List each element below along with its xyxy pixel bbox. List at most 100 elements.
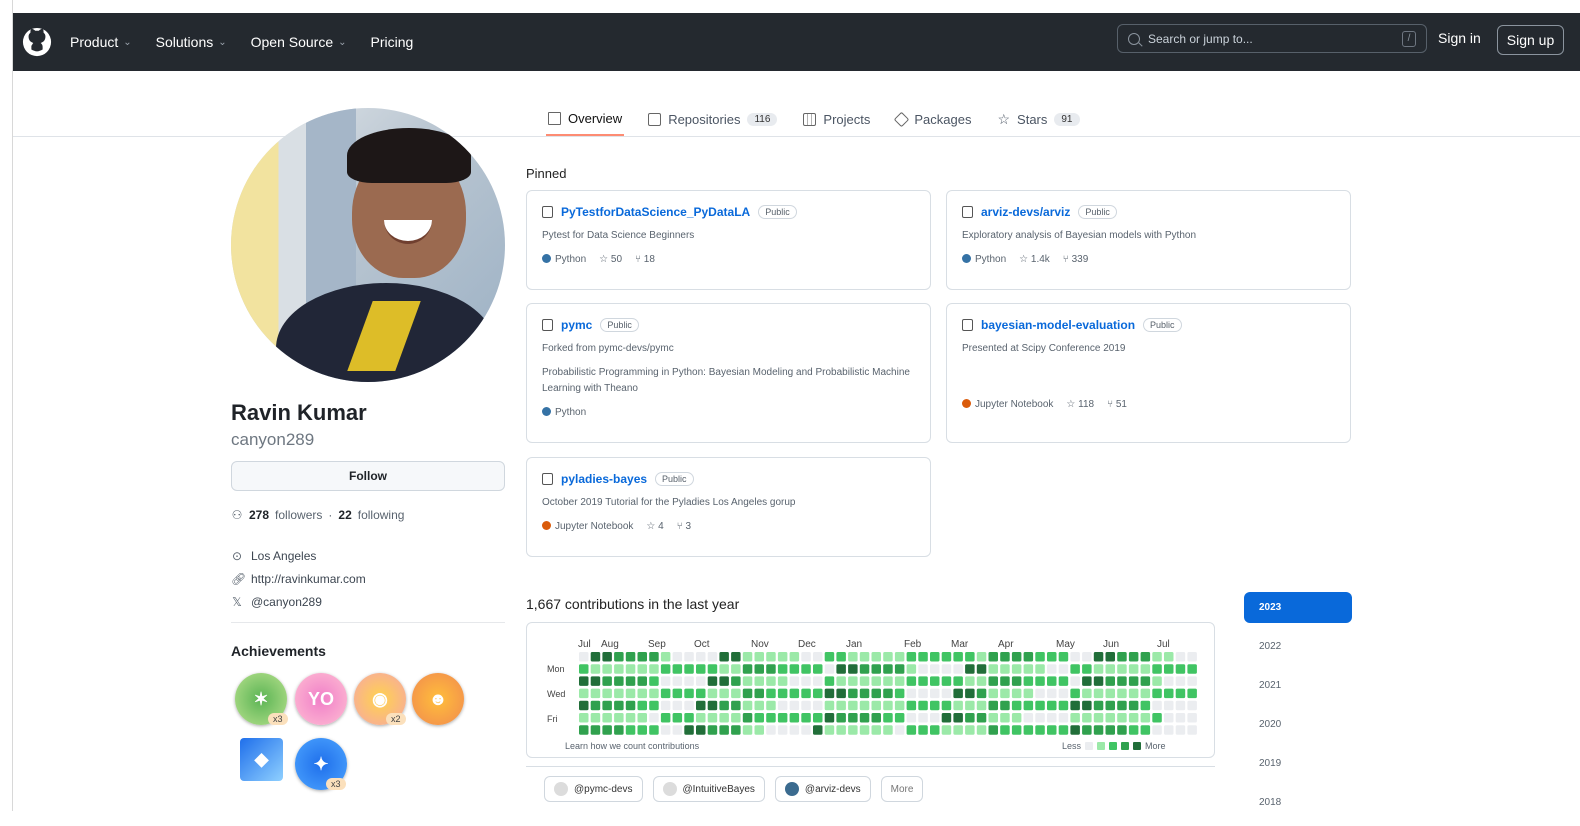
- contribution-day[interactable]: [883, 676, 893, 686]
- contribution-day[interactable]: [883, 700, 893, 711]
- contribution-day[interactable]: [1117, 652, 1127, 662]
- contribution-day[interactable]: [742, 725, 753, 735]
- contribution-day[interactable]: [590, 700, 601, 711]
- contribution-day[interactable]: [731, 688, 741, 699]
- contribution-day[interactable]: [1128, 713, 1139, 723]
- contribution-day[interactable]: [1035, 700, 1045, 711]
- contribution-day[interactable]: [988, 700, 999, 711]
- contribution-day[interactable]: [836, 700, 846, 711]
- contribution-day[interactable]: [1070, 676, 1080, 686]
- contribution-day[interactable]: [1152, 676, 1162, 686]
- contribution-day[interactable]: [988, 713, 999, 723]
- contribution-day[interactable]: [1011, 688, 1022, 699]
- contribution-day[interactable]: [1164, 725, 1174, 735]
- nav-open-source[interactable]: Open Source ⌄: [251, 34, 347, 50]
- contribution-day[interactable]: [813, 700, 823, 711]
- contribution-day[interactable]: [1070, 688, 1080, 699]
- contribution-day[interactable]: [906, 676, 917, 686]
- contribution-day[interactable]: [930, 700, 940, 711]
- contribution-day[interactable]: [672, 725, 683, 735]
- contribution-day[interactable]: [941, 700, 952, 711]
- contribution-day[interactable]: [707, 713, 718, 723]
- org-filter[interactable]: @pymc-devs: [544, 776, 643, 802]
- contribution-day[interactable]: [579, 688, 589, 699]
- contribution-day[interactable]: [1082, 713, 1092, 723]
- contribution-day[interactable]: [1047, 725, 1057, 735]
- twitter-link[interactable]: 𝕏 @canyon289: [231, 590, 366, 613]
- contribution-day[interactable]: [1105, 664, 1116, 674]
- repo-link[interactable]: bayesian-model-evaluation: [981, 318, 1135, 332]
- contribution-day[interactable]: [1023, 652, 1034, 662]
- contribution-day[interactable]: [637, 700, 648, 711]
- contribution-day[interactable]: [836, 725, 846, 735]
- learn-contributions-link[interactable]: Learn how we count contributions: [565, 741, 699, 751]
- year-button[interactable]: 2020: [1244, 709, 1352, 740]
- contribution-day[interactable]: [976, 688, 987, 699]
- contribution-day[interactable]: [660, 676, 671, 686]
- contribution-day[interactable]: [1011, 713, 1022, 723]
- contribution-day[interactable]: [637, 652, 648, 662]
- contribution-day[interactable]: [1105, 688, 1116, 699]
- contribution-day[interactable]: [777, 652, 788, 662]
- contribution-day[interactable]: [672, 652, 683, 662]
- contribution-day[interactable]: [1128, 652, 1139, 662]
- contribution-day[interactable]: [637, 688, 648, 699]
- contribution-day[interactable]: [789, 652, 800, 662]
- contribution-day[interactable]: [836, 688, 846, 699]
- contribution-day[interactable]: [1152, 688, 1162, 699]
- contribution-day[interactable]: [930, 664, 940, 674]
- contribution-day[interactable]: [614, 664, 624, 674]
- contribution-day[interactable]: [731, 713, 741, 723]
- contribution-day[interactable]: [1058, 676, 1069, 686]
- repo-link[interactable]: pyladies-bayes: [561, 472, 647, 486]
- contribution-day[interactable]: [976, 700, 987, 711]
- contribution-day[interactable]: [1175, 688, 1186, 699]
- contribution-day[interactable]: [1047, 676, 1057, 686]
- contribution-day[interactable]: [883, 688, 893, 699]
- nav-solutions[interactable]: Solutions ⌄: [156, 34, 227, 50]
- contribution-day[interactable]: [848, 688, 858, 699]
- contribution-day[interactable]: [579, 725, 589, 735]
- forks-link[interactable]: ⑂ 339: [1063, 254, 1088, 265]
- contribution-day[interactable]: [660, 713, 671, 723]
- contribution-day[interactable]: [789, 700, 800, 711]
- contribution-day[interactable]: [1047, 652, 1057, 662]
- contribution-day[interactable]: [1140, 700, 1151, 711]
- contribution-day[interactable]: [731, 652, 741, 662]
- contribution-day[interactable]: [707, 700, 718, 711]
- contribution-day[interactable]: [696, 713, 706, 723]
- contribution-day[interactable]: [777, 700, 788, 711]
- contribution-day[interactable]: [871, 652, 882, 662]
- contribution-day[interactable]: [660, 688, 671, 699]
- contribution-day[interactable]: [1187, 676, 1197, 686]
- contribution-day[interactable]: [906, 700, 917, 711]
- contribution-day[interactable]: [871, 725, 882, 735]
- contribution-day[interactable]: [871, 664, 882, 674]
- year-button[interactable]: 2021: [1244, 670, 1352, 701]
- contribution-day[interactable]: [766, 725, 776, 735]
- contribution-day[interactable]: [894, 652, 905, 662]
- contribution-day[interactable]: [918, 652, 928, 662]
- contribution-day[interactable]: [883, 664, 893, 674]
- contribution-day[interactable]: [1175, 725, 1186, 735]
- contribution-day[interactable]: [777, 664, 788, 674]
- contribution-day[interactable]: [894, 725, 905, 735]
- contribution-day[interactable]: [1058, 713, 1069, 723]
- contribution-day[interactable]: [1011, 664, 1022, 674]
- contribution-day[interactable]: [1105, 713, 1116, 723]
- contribution-day[interactable]: [649, 688, 659, 699]
- contribution-day[interactable]: [848, 652, 858, 662]
- contribution-day[interactable]: [602, 700, 612, 711]
- contribution-day[interactable]: [965, 652, 975, 662]
- contribution-day[interactable]: [906, 713, 917, 723]
- contribution-day[interactable]: [988, 664, 999, 674]
- contribution-day[interactable]: [719, 688, 729, 699]
- contribution-day[interactable]: [684, 725, 694, 735]
- contribution-day[interactable]: [789, 664, 800, 674]
- contribution-day[interactable]: [1093, 725, 1104, 735]
- contribution-day[interactable]: [906, 688, 917, 699]
- contribution-day[interactable]: [953, 713, 963, 723]
- contribution-day[interactable]: [894, 676, 905, 686]
- contribution-day[interactable]: [813, 676, 823, 686]
- contribution-day[interactable]: [1105, 676, 1116, 686]
